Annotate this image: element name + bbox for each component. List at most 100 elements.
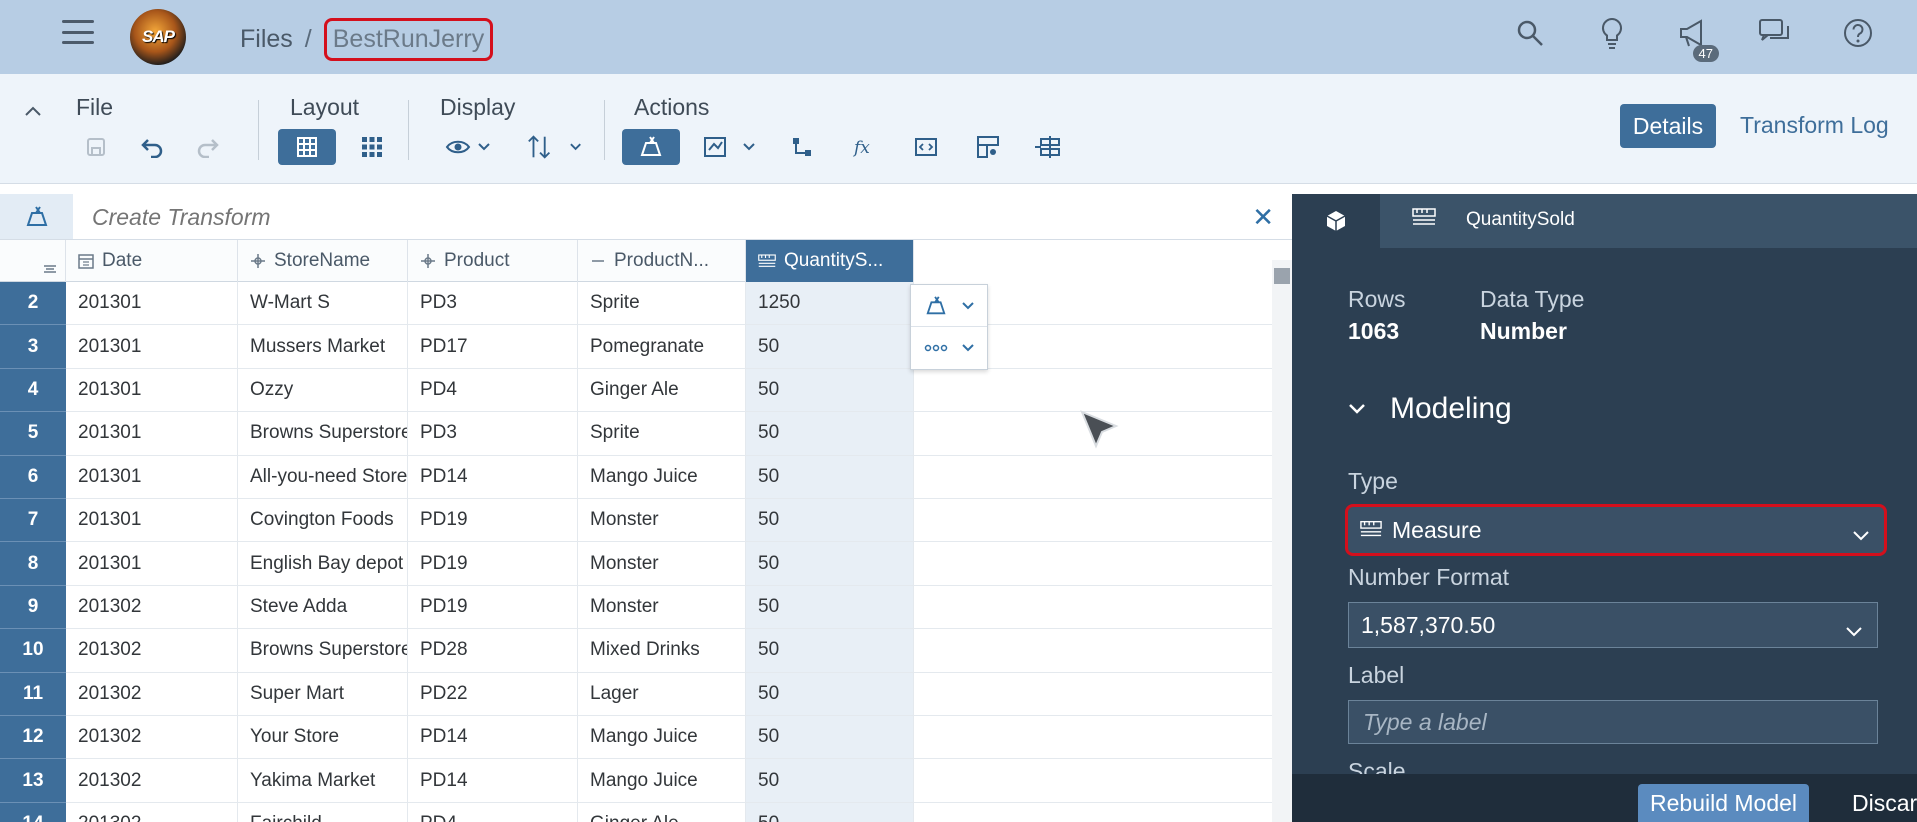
column-header-product[interactable]: Product [408,240,578,282]
table-cell[interactable]: Ginger Ale [578,802,746,822]
menu-icon[interactable] [62,18,94,46]
transform-suggestion-dropdown[interactable] [911,285,987,327]
collapse-toolbar-icon[interactable] [24,100,42,123]
table-cell[interactable]: Mussers Market [238,325,408,368]
row-number[interactable]: 5 [0,412,66,456]
table-cell[interactable]: 201301 [66,368,238,412]
smart-transform-dropdown[interactable] [702,129,760,165]
row-number[interactable]: 10 [0,629,66,673]
discard-button[interactable]: Discard [1852,790,1917,817]
search-icon[interactable] [1511,14,1549,52]
formula-icon[interactable]: fx [844,129,884,165]
table-cell[interactable]: PD19 [408,542,578,585]
table-cell[interactable]: 50 [746,759,914,802]
table-cell[interactable]: Mango Juice [578,716,746,759]
table-row[interactable]: 3 201301 Mussers Market PD17 Pomegranate 50 [0,325,1280,369]
table-cell[interactable]: Browns Superstore [238,412,408,455]
details-button[interactable]: Details [1620,104,1716,148]
chat-icon[interactable] [1757,14,1795,52]
table-cell[interactable]: 50 [746,585,914,629]
table-cell[interactable]: Mango Juice [578,455,746,498]
redo-icon[interactable] [188,129,228,165]
row-number[interactable]: 14 [0,802,66,822]
table-cell[interactable]: PD28 [408,629,578,672]
table-cell[interactable]: W-Mart S [238,282,408,325]
table-cell[interactable]: Your Store [238,716,408,759]
rebuild-model-button[interactable]: Rebuild Model [1638,784,1810,822]
table-row[interactable]: 2 201301 W-Mart S PD3 Sprite 1250 [0,282,1280,326]
table-cell[interactable]: 201302 [66,802,238,822]
table-cell[interactable]: PD4 [408,802,578,822]
lightbulb-icon[interactable] [1593,14,1631,52]
table-cell[interactable]: Lager [578,672,746,715]
sort-dropdown[interactable] [526,129,584,165]
table-cell[interactable]: Sprite [578,412,746,455]
table-cell[interactable]: Monster [578,542,746,585]
column-header-date[interactable]: Date [66,240,238,282]
table-cell[interactable]: All-you-need Store [238,455,408,498]
type-select[interactable]: Measure [1345,504,1887,556]
row-number[interactable]: 12 [0,716,66,760]
table-cell[interactable]: PD17 [408,325,578,368]
table-cell[interactable]: 50 [746,629,914,672]
table-cell[interactable]: PD3 [408,282,578,325]
close-icon[interactable]: ✕ [1252,202,1274,233]
table-row[interactable]: 14201302FairchildPD4Ginger Ale50 [0,802,1280,822]
table-cell[interactable]: PD19 [408,499,578,542]
table-cell[interactable]: Super Mart [238,672,408,715]
table-cell[interactable]: 50 [746,802,914,822]
column-tab[interactable]: QuantitySold [1412,208,1575,232]
transform-button[interactable] [622,129,680,165]
table-cell[interactable]: Mango Juice [578,759,746,802]
table-cell[interactable]: 201302 [66,585,238,629]
table-row[interactable]: 13 201302 Yakima Market PD14 Mango Juice 50 [0,759,1280,803]
table-cell[interactable]: Covington Foods [238,499,408,542]
table-cell[interactable]: 201301 [66,499,238,542]
row-number[interactable]: 11 [0,672,66,716]
table-cell[interactable]: 50 [746,716,914,759]
help-icon[interactable] [1839,14,1877,52]
table-cell[interactable]: Browns Superstore [238,629,408,672]
table-cell[interactable]: 1250 [746,282,914,325]
table-row[interactable]: 6 201301 All-you-need Store PD14 Mango Juice… [0,455,1280,499]
table-cell[interactable]: PD22 [408,672,578,715]
row-number[interactable]: 7 [0,499,66,543]
hierarchy-icon[interactable] [782,129,822,165]
level-based-hierarchy-icon[interactable] [1030,129,1070,165]
table-cell[interactable]: 201302 [66,716,238,759]
scrollbar-thumb[interactable] [1274,268,1290,284]
undo-icon[interactable] [132,129,172,165]
table-cell[interactable]: 201301 [66,282,238,325]
grid-view-button[interactable] [278,129,336,165]
table-cell[interactable]: 50 [746,499,914,542]
row-number[interactable]: 9 [0,585,66,630]
row-number[interactable]: 4 [0,368,66,413]
split-column-icon[interactable] [906,129,946,165]
table-cell[interactable]: Fairchild [238,802,408,822]
table-cell[interactable]: Yakima Market [238,759,408,802]
save-icon[interactable] [76,129,116,165]
table-cell[interactable]: 201302 [66,759,238,802]
table-cell[interactable]: PD19 [408,585,578,629]
table-cell[interactable]: 201301 [66,455,238,498]
column-header-quantitys[interactable]: QuantityS... [746,240,914,282]
label-input[interactable] [1348,700,1878,744]
table-cell[interactable]: PD14 [408,759,578,802]
table-cell[interactable]: Sprite [578,282,746,325]
table-cell[interactable]: English Bay depot [238,542,408,585]
table-cell[interactable]: 50 [746,542,914,585]
table-cell[interactable]: 50 [746,412,914,455]
transform-log-link[interactable]: Transform Log [1740,112,1889,139]
table-cell[interactable]: 50 [746,672,914,715]
row-number[interactable]: 8 [0,542,66,586]
table-cell[interactable]: 201301 [66,325,238,368]
row-number[interactable]: 3 [0,325,66,369]
table-cell[interactable]: Ozzy [238,368,408,412]
sap-logo[interactable]: SAP [130,9,186,65]
table-cell[interactable]: Pomegranate [578,325,746,368]
geo-enrichment-icon[interactable] [968,129,1008,165]
table-cell[interactable]: 50 [746,368,914,412]
chevron-down-icon[interactable] [1845,617,1863,644]
table-cell[interactable]: Monster [578,585,746,629]
table-cell[interactable]: PD4 [408,368,578,412]
